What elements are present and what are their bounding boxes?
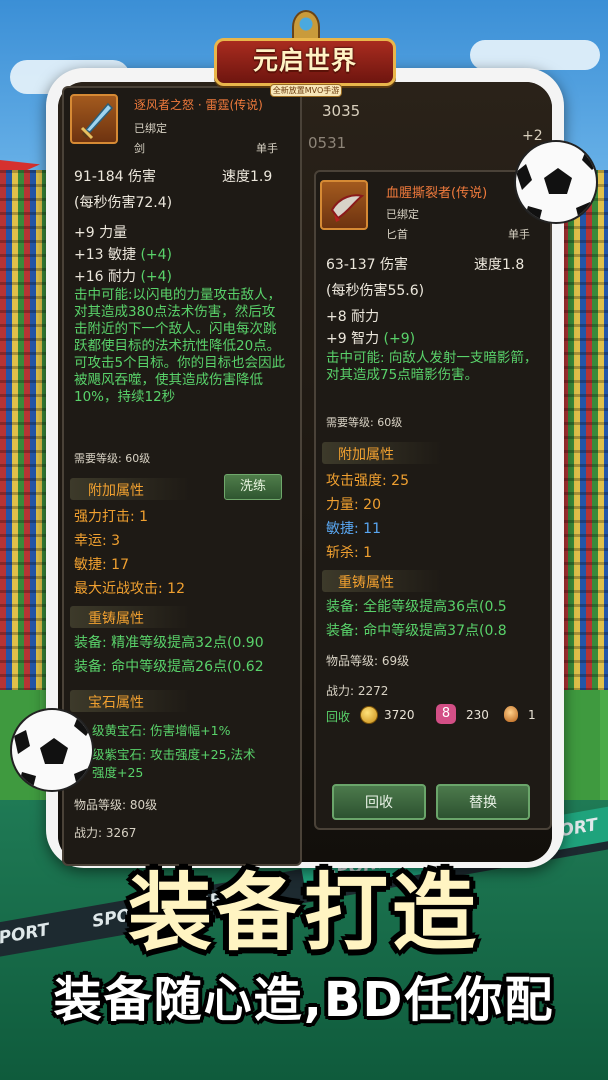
item-type: 剑 bbox=[134, 142, 145, 155]
item-hand: 单手 bbox=[256, 142, 278, 155]
game-title: 元启世界 bbox=[252, 46, 357, 75]
extra-attr: 最大近战攻击: 12 bbox=[74, 581, 185, 597]
recycle-button[interactable]: 回收 bbox=[332, 784, 426, 820]
replace-button[interactable]: 替换 bbox=[436, 784, 530, 820]
gem-attr: 强度+25 bbox=[92, 765, 144, 780]
recycle-label: 回收 bbox=[326, 710, 351, 724]
stat-stamina: +8 耐力 bbox=[326, 309, 380, 325]
extra-attr: 幸运: 3 bbox=[74, 533, 121, 549]
top-stat: 3035 bbox=[322, 102, 361, 120]
slogan-main: 装备打造 bbox=[127, 864, 480, 962]
recycle-orb: 1 bbox=[528, 708, 536, 722]
reforge-attr: 装备: 命中等级提高26点(0.62 bbox=[74, 659, 264, 675]
stat-strength: +9 力量 bbox=[74, 225, 128, 241]
reforge-attr: 装备: 精准等级提高32点(0.90 bbox=[74, 635, 264, 651]
soccer-ball-icon bbox=[514, 140, 598, 224]
on-hit-effect: 击中可能: 向敌人发射一支暗影箭，对其造成75点暗影伤害。 bbox=[326, 350, 538, 383]
game-subtitle: 全新放置MVO手游 bbox=[270, 84, 342, 97]
dps: (每秒伤害72.4) bbox=[74, 195, 173, 211]
damage: 63-137 伤害 bbox=[326, 257, 409, 273]
extra-attr: 强力打击: 1 bbox=[74, 509, 149, 525]
stat-stamina: +16 耐力 (+4) bbox=[74, 269, 173, 285]
orb-icon bbox=[504, 706, 518, 722]
item-name: 血腥撕裂者(传说) bbox=[386, 186, 488, 201]
gem-currency-icon: 8 bbox=[436, 704, 456, 724]
extra-attr: 力量: 20 bbox=[326, 497, 381, 513]
gem-attr-title: 宝石属性 bbox=[88, 695, 144, 711]
reforge-title: 重铸属性 bbox=[338, 575, 394, 591]
recycle-gem: 230 bbox=[466, 708, 489, 722]
attack-speed: 速度1.8 bbox=[474, 257, 525, 273]
gold-coin-icon bbox=[360, 706, 378, 724]
bound-status: 已绑定 bbox=[134, 122, 167, 135]
reforge-attr: 装备: 全能等级提高36点(0.5 bbox=[326, 599, 507, 615]
attack-speed: 速度1.9 bbox=[222, 169, 273, 185]
required-level: 需要等级: 60级 bbox=[74, 452, 151, 465]
top-stat: +2 bbox=[522, 128, 543, 144]
required-level: 需要等级: 60级 bbox=[326, 416, 403, 429]
soccer-ball-icon bbox=[10, 708, 94, 792]
reforge-title: 重铸属性 bbox=[88, 611, 144, 627]
top-stat: 0531 bbox=[308, 134, 347, 152]
recycle-gold: 3720 bbox=[384, 708, 415, 722]
item-level: 物品等级: 69级 bbox=[326, 654, 410, 668]
power: 战力: 2272 bbox=[326, 684, 389, 698]
on-hit-effect: 击中可能:以闪电的力量攻击敌人，对其造成380点法术伤害，然后攻击附近的下一个敌… bbox=[74, 287, 286, 405]
extra-attr-title: 附加属性 bbox=[338, 447, 394, 463]
cloud bbox=[470, 40, 600, 70]
extra-attr: 敏捷: 11 bbox=[326, 521, 381, 537]
item-level: 物品等级: 80级 bbox=[74, 798, 158, 812]
extra-attr-title: 附加属性 bbox=[88, 483, 144, 499]
stat-intellect: +9 智力 (+9) bbox=[326, 331, 416, 347]
gem-attr: 级黄宝石: 伤害增幅+1% bbox=[92, 723, 231, 738]
extra-attr: 敏捷: 17 bbox=[74, 557, 129, 573]
power: 战力: 3267 bbox=[74, 826, 137, 840]
item-hand: 单手 bbox=[508, 228, 530, 241]
wash-button[interactable]: 洗练 bbox=[224, 474, 282, 500]
sword-icon bbox=[70, 94, 118, 144]
bound-status: 已绑定 bbox=[386, 208, 419, 221]
item-type: 匕首 bbox=[386, 228, 408, 241]
extra-attr: 攻击强度: 25 bbox=[326, 473, 409, 489]
extra-attr: 斩杀: 1 bbox=[326, 545, 373, 561]
slogan-sub: 装备随心造,BD任你配 bbox=[53, 972, 555, 1028]
dps: (每秒伤害55.6) bbox=[326, 283, 425, 299]
gem-attr: 级紫宝石: 攻击强度+25,法术 bbox=[92, 747, 256, 762]
damage: 91-184 伤害 bbox=[74, 169, 157, 185]
stat-agility: +13 敏捷 (+4) bbox=[74, 247, 173, 263]
reforge-attr: 装备: 命中等级提高37点(0.8 bbox=[326, 623, 507, 639]
dagger-icon bbox=[320, 180, 368, 230]
game-logo: 元启世界 全新放置MVO手游 bbox=[214, 10, 396, 104]
